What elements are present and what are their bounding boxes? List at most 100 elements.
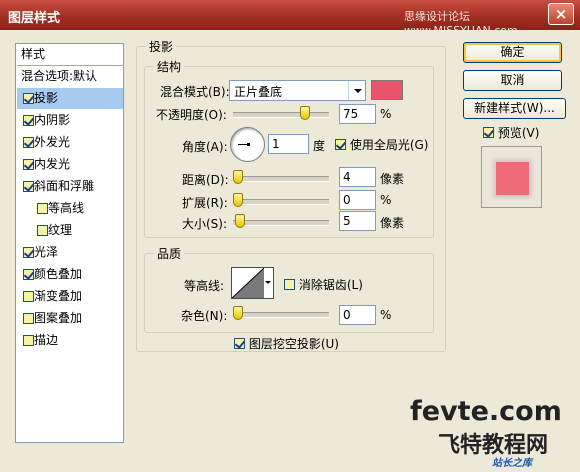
style-list-item-label: 描边 xyxy=(34,333,59,347)
size-label: 大小(S): xyxy=(182,217,228,231)
style-list-item[interactable]: 纹理 xyxy=(17,220,123,241)
opacity-slider-thumb[interactable] xyxy=(300,106,310,120)
noise-slider-thumb[interactable] xyxy=(233,306,243,320)
angle-unit: 度 xyxy=(313,139,326,153)
angle-dial[interactable] xyxy=(230,127,265,162)
anti-alias-option[interactable]: 消除锯齿(L) xyxy=(284,276,363,293)
style-list-item[interactable]: 等高线 xyxy=(17,198,123,219)
style-list-checkbox[interactable] xyxy=(37,225,48,236)
knockout-option[interactable]: 图层挖空投影(U) xyxy=(234,335,339,352)
style-list-item-label: 颜色叠加 xyxy=(34,267,83,281)
spread-slider-thumb[interactable] xyxy=(233,193,243,207)
noise-label: 杂色(N): xyxy=(181,309,228,323)
style-list-checkbox[interactable] xyxy=(23,269,34,280)
structure-title: 结构 xyxy=(154,58,185,75)
anti-alias-label: 消除锯齿(L) xyxy=(298,278,363,292)
opacity-percent: % xyxy=(380,107,392,121)
contour-preview[interactable] xyxy=(231,267,265,299)
distance-label: 距离(D): xyxy=(182,173,229,187)
style-list-item[interactable]: 渐变叠加 xyxy=(17,286,123,307)
chevron-down-icon xyxy=(348,81,365,100)
angle-label: 角度(A): xyxy=(182,140,228,154)
global-light-option[interactable]: 使用全局光(G) xyxy=(335,136,429,153)
style-list-item[interactable]: 外发光 xyxy=(17,132,123,153)
watermark-site: fevte.com xyxy=(410,396,562,427)
contour-curve-icon xyxy=(232,268,264,298)
noise-percent: % xyxy=(380,308,392,322)
noise-input[interactable]: 0 xyxy=(339,305,376,325)
preview-label: 预览(V) xyxy=(497,126,540,140)
blend-mode-label: 混合模式(B): xyxy=(160,85,230,99)
preview-option[interactable]: 预览(V) xyxy=(483,124,539,141)
style-list-checkbox[interactable] xyxy=(23,115,34,126)
style-list-item-label: 投影 xyxy=(34,91,59,105)
style-list-item[interactable]: 颜色叠加 xyxy=(17,264,123,285)
angle-dial-center xyxy=(247,143,250,146)
style-list-item[interactable]: 内发光 xyxy=(17,154,123,175)
style-list-item-label: 等高线 xyxy=(48,201,85,215)
style-list-checkbox[interactable] xyxy=(23,247,34,258)
style-list-item[interactable]: 投影 xyxy=(17,88,123,109)
style-list-checkbox[interactable] xyxy=(37,203,48,214)
style-list-checkbox[interactable] xyxy=(23,137,34,148)
contour-dropdown[interactable] xyxy=(264,267,274,299)
distance-slider-thumb[interactable] xyxy=(233,170,243,184)
angle-input[interactable]: 1 xyxy=(268,134,309,154)
global-light-label: 使用全局光(G) xyxy=(349,138,429,152)
style-list-checkbox[interactable] xyxy=(23,159,34,170)
style-list-item[interactable]: 图案叠加 xyxy=(17,308,123,329)
distance-unit: 像素 xyxy=(380,172,405,186)
style-list-checkbox[interactable] xyxy=(23,181,34,192)
blend-mode-select[interactable]: 正片叠底 xyxy=(229,80,366,101)
style-list-item[interactable]: 描边 xyxy=(17,330,123,351)
contour-label: 等高线: xyxy=(184,279,225,293)
global-light-checkbox[interactable] xyxy=(335,139,346,150)
opacity-label: 不透明度(O): xyxy=(156,108,227,122)
size-slider-track[interactable] xyxy=(233,220,329,226)
anti-alias-checkbox[interactable] xyxy=(284,279,295,290)
window-title: 图层样式 xyxy=(8,11,61,26)
size-input[interactable]: 5 xyxy=(339,211,376,231)
ok-button[interactable]: 确定 xyxy=(463,42,562,63)
shadow-color-swatch[interactable] xyxy=(371,80,403,100)
new-style-button[interactable]: 新建样式(W)... xyxy=(463,98,566,119)
spread-slider-track[interactable] xyxy=(233,199,329,205)
opacity-slider-track[interactable] xyxy=(233,112,329,118)
cancel-button[interactable]: 取消 xyxy=(463,70,562,91)
drop-shadow-title: 投影 xyxy=(146,38,177,55)
preview-checkbox[interactable] xyxy=(483,127,494,138)
style-list-checkbox[interactable] xyxy=(23,291,34,302)
style-list-header: 样式 xyxy=(17,44,123,66)
watermark-small: 站长之库 xyxy=(492,458,532,469)
spread-input[interactable]: 0 xyxy=(339,190,376,210)
style-list-item[interactable]: 内阴影 xyxy=(17,110,123,131)
opacity-input[interactable]: 75 xyxy=(339,104,376,124)
style-preview xyxy=(481,146,542,208)
style-list-checkbox[interactable] xyxy=(23,335,34,346)
size-unit: 像素 xyxy=(380,216,405,230)
style-list-checkbox[interactable] xyxy=(23,313,34,324)
style-list-item-label: 光泽 xyxy=(34,245,59,259)
blend-mode-value: 正片叠底 xyxy=(234,85,283,99)
knockout-checkbox[interactable] xyxy=(234,338,245,349)
style-list-item-label: 内发光 xyxy=(34,157,71,171)
style-list-item-label: 图案叠加 xyxy=(34,311,83,325)
style-list-item-label: 混合选项:默认 xyxy=(21,69,98,83)
style-preview-swatch xyxy=(495,161,530,196)
close-button[interactable]: × xyxy=(548,3,574,25)
style-list-header-label: 样式 xyxy=(21,47,46,61)
style-list-item[interactable]: 混合选项:默认 xyxy=(17,66,123,87)
size-slider-thumb[interactable] xyxy=(235,214,245,228)
title-bar[interactable]: 图层样式 思缘设计论坛 www.MISSYUAN.com × xyxy=(0,0,580,37)
distance-slider-track[interactable] xyxy=(233,176,329,182)
style-list-item[interactable]: 光泽 xyxy=(17,242,123,263)
style-list-item-label: 外发光 xyxy=(34,135,71,149)
style-list-checkbox[interactable] xyxy=(23,93,34,104)
quality-title: 品质 xyxy=(154,245,185,262)
noise-slider-track[interactable] xyxy=(233,312,329,318)
style-list-item-label: 斜面和浮雕 xyxy=(34,179,95,193)
style-list-item[interactable]: 斜面和浮雕 xyxy=(17,176,123,197)
knockout-label: 图层挖空投影(U) xyxy=(248,337,339,351)
style-list-item-label: 内阴影 xyxy=(34,113,71,127)
distance-input[interactable]: 4 xyxy=(339,167,376,187)
